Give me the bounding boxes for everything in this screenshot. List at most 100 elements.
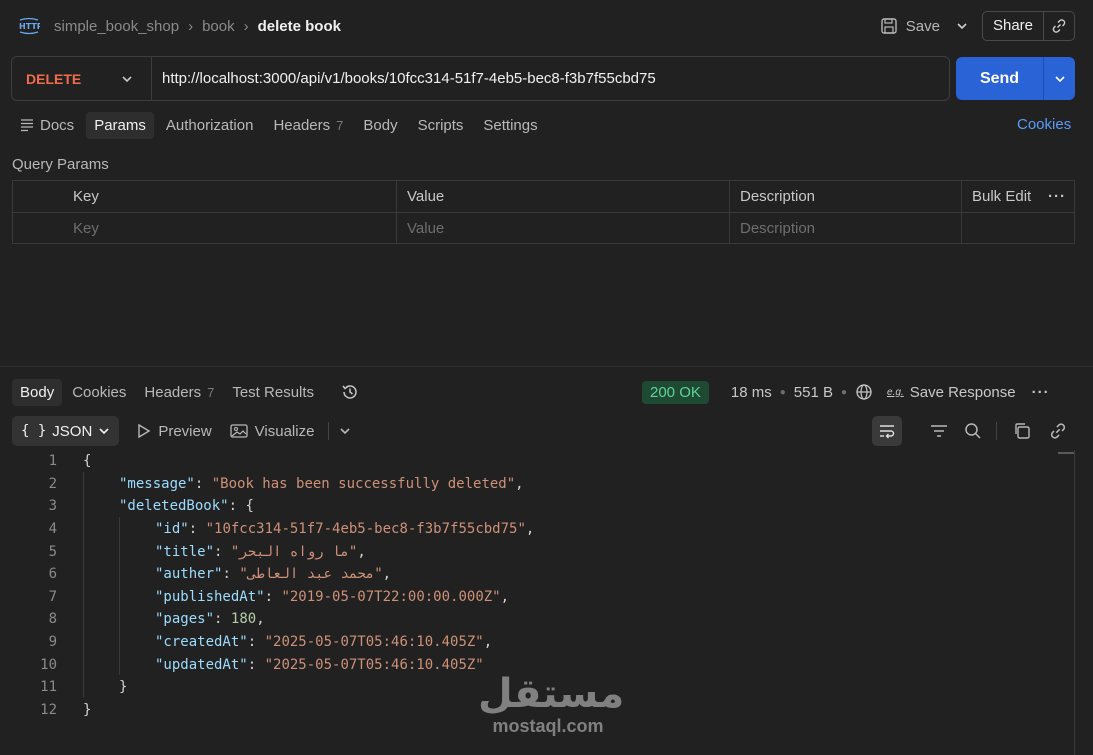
scrollbar-thumb[interactable] (1058, 452, 1074, 454)
response-size[interactable]: 551 B (794, 384, 833, 401)
method-select[interactable]: DELETE (12, 57, 152, 100)
response-time[interactable]: 18 ms (731, 384, 772, 401)
code-text: "createdAt": "2025-05-07T05:46:10.405Z", (155, 634, 493, 651)
bulk-edit-button[interactable]: Bulk Edit (972, 188, 1031, 205)
code-text: { (83, 453, 92, 470)
save-response-button[interactable]: e.g. Save Response (887, 384, 1016, 401)
copy-icon[interactable] (1013, 422, 1031, 440)
code-line: 3 "deletedBook": { (0, 495, 1080, 518)
code-text: "updatedAt": "2025-05-07T05:46:10.405Z" (155, 656, 484, 673)
line-number: 5 (48, 543, 57, 560)
line-number: 12 (40, 701, 57, 718)
toolbar-divider (328, 422, 330, 440)
tab-response-headers[interactable]: Headers 7 (136, 379, 222, 406)
code-line: 2 "message": "Book has been successfully … (0, 473, 1080, 496)
code-text: "pages": 180, (155, 611, 265, 628)
dot-separator-icon: ● (840, 386, 848, 398)
toolbar-divider (996, 422, 997, 440)
pane-divider[interactable] (0, 366, 1093, 367)
watermark-latin: mostaql.com (492, 716, 604, 736)
more-options-icon[interactable]: ··· (1048, 188, 1066, 205)
description-input[interactable]: Description (730, 213, 962, 243)
table-row: Key Value Description (13, 212, 1074, 243)
preview-button[interactable]: Preview (137, 423, 212, 440)
line-number: 10 (40, 656, 57, 673)
code-line: 5 "title": "ما رواه البحر", (0, 540, 1080, 563)
line-number: 8 (48, 611, 57, 628)
code-text: "id": "10fcc314-51f7-4eb5-bec8-f3b7f55cb… (155, 521, 535, 538)
code-text: "auther": "محمد عبد العاطى", (155, 566, 392, 583)
http-request-icon: HTTP (18, 17, 40, 35)
breadcrumb-separator-icon: › (188, 17, 194, 35)
line-number: 9 (48, 634, 57, 651)
editor-scrollbar[interactable] (1058, 450, 1084, 755)
column-header-description: Description (730, 181, 962, 212)
row-checkbox-placeholder (13, 213, 63, 243)
tab-body[interactable]: Body (355, 112, 405, 139)
docs-icon (21, 119, 33, 132)
example-icon: e.g. (887, 386, 904, 398)
breadcrumb-collection[interactable]: simple_book_shop (54, 18, 179, 35)
play-icon (138, 423, 151, 439)
code-text: "message": "Book has been successfully d… (119, 475, 524, 492)
response-more-options-icon[interactable]: ··· (1032, 384, 1050, 401)
save-response-label: Save Response (909, 383, 1016, 401)
copy-link-icon[interactable] (1044, 18, 1074, 34)
history-icon[interactable] (340, 382, 360, 402)
link-icon[interactable] (1049, 422, 1067, 440)
save-icon (881, 18, 897, 34)
column-header-key: Key (63, 181, 397, 212)
response-view-bar: { } JSON Preview Visualize (12, 416, 351, 446)
format-label: JSON (52, 422, 93, 440)
tab-docs-label: Docs (40, 116, 75, 134)
tab-params[interactable]: Params (86, 111, 154, 139)
tab-headers[interactable]: Headers 7 (265, 112, 351, 139)
tab-test-results-label: Test Results (232, 383, 315, 401)
url-input[interactable]: http://localhost:3000/api/v1/books/10fcc… (152, 70, 656, 87)
visualize-chevron-down-icon[interactable] (339, 424, 351, 438)
tab-settings-label: Settings (483, 116, 538, 134)
key-input[interactable]: Key (63, 213, 397, 243)
code-line: 9 "createdAt": "2025-05-07T05:46:10.405Z"… (0, 631, 1080, 654)
filter-icon[interactable] (930, 423, 948, 439)
watermark-arabic: مستقل (478, 671, 625, 717)
save-button[interactable]: Save (874, 13, 946, 39)
tab-authorization[interactable]: Authorization (158, 112, 262, 139)
response-meta: 200 OK 18 ms ● 551 B ● e.g. Save Respons… (642, 379, 1050, 405)
cookies-link[interactable]: Cookies (1017, 116, 1071, 133)
response-headers-count-badge: 7 (207, 384, 215, 400)
response-tabs: Body Cookies Headers 7 Test Results (12, 377, 360, 407)
breadcrumb-folder[interactable]: book (202, 18, 235, 35)
tab-scripts[interactable]: Scripts (410, 112, 472, 139)
request-name[interactable]: delete book (258, 18, 341, 35)
wrap-lines-icon[interactable] (872, 416, 902, 446)
braces-icon: { } (21, 423, 47, 439)
tab-response-body-label: Body (20, 383, 55, 401)
send-button[interactable]: Send (956, 57, 1044, 100)
save-options-chevron-down-icon[interactable] (956, 19, 968, 33)
value-input[interactable]: Value (397, 213, 730, 243)
code-text: "publishedAt": "2019-05-07T22:00:00.000Z… (155, 588, 510, 605)
code-text: "title": "ما رواه البحر", (155, 543, 366, 560)
tab-docs[interactable]: Docs (12, 112, 82, 139)
globe-icon[interactable] (855, 383, 873, 401)
share-button[interactable]: Share (981, 11, 1075, 41)
search-icon[interactable] (964, 422, 982, 440)
visualize-button[interactable]: Visualize (230, 423, 314, 440)
bulk-edit-cell: Bulk Edit ··· (962, 181, 1074, 212)
tab-response-cookies[interactable]: Cookies (64, 379, 134, 406)
status-badge[interactable]: 200 OK (642, 380, 709, 404)
format-select[interactable]: { } JSON (12, 416, 120, 446)
tab-response-body[interactable]: Body (12, 378, 63, 406)
send-options-chevron-down-icon[interactable] (1044, 57, 1075, 100)
share-label: Share (983, 12, 1044, 40)
line-number: 6 (48, 566, 57, 583)
code-line: 1{ (0, 450, 1080, 473)
watermark-logo: مستقل mostaql.com (478, 671, 625, 736)
code-line: 4 "id": "10fcc314-51f7-4eb5-bec8-f3b7f55c… (0, 518, 1080, 541)
tab-test-results[interactable]: Test Results (224, 379, 322, 406)
tab-authorization-label: Authorization (165, 116, 254, 134)
send-button-group: Send (956, 57, 1075, 100)
request-tabs: Docs Params Authorization Headers 7 Body… (12, 110, 550, 140)
tab-settings[interactable]: Settings (475, 112, 545, 139)
